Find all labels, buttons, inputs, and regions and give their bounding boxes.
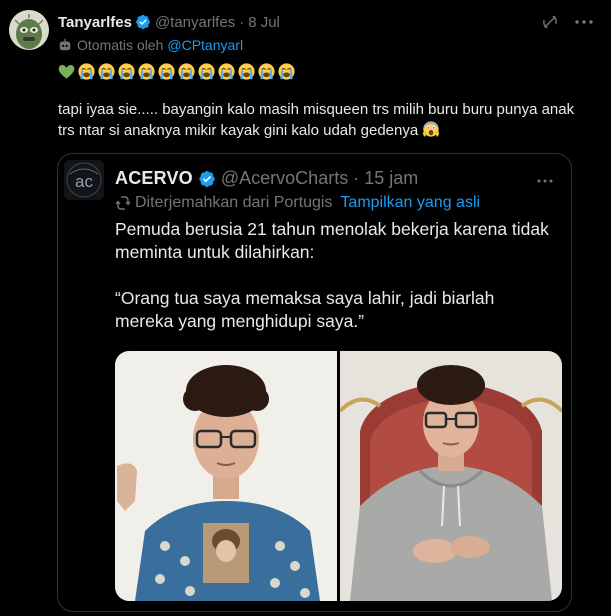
verified-badge-icon [199, 170, 215, 187]
grok-icon[interactable] [541, 13, 559, 31]
loudly-crying-emoji-icon [138, 63, 155, 80]
automated-label: Otomatis oleh @CPtanyarl [58, 37, 243, 53]
photo-left[interactable] [115, 351, 337, 601]
quoted-tweet[interactable]: ac ACERVO @AcervoCharts · 15 jam Diterje… [57, 153, 572, 612]
separator-dot: · [239, 13, 245, 31]
tweet-text: tapi iyaa sie..... bayangin kalo masih m… [58, 100, 588, 141]
loudly-crying-emoji-icon [218, 63, 235, 80]
automated-prefix: Otomatis oleh [77, 37, 164, 53]
translate-icon [115, 196, 131, 210]
loudly-crying-emoji-icon [98, 63, 115, 80]
loudly-crying-emoji-icon [198, 63, 215, 80]
loudly-crying-emoji-icon [78, 63, 95, 80]
more-horizontal-icon[interactable] [575, 20, 593, 24]
quoted-author-display-name[interactable]: ACERVO [115, 168, 193, 189]
quoted-author-handle[interactable]: @AcervoCharts [221, 168, 348, 189]
more-horizontal-icon[interactable] [537, 179, 553, 183]
green-heart-emoji-icon [58, 64, 75, 79]
loudly-crying-emoji-icon [118, 63, 135, 80]
tweet-date[interactable]: 8 Jul [248, 14, 280, 31]
show-original-link[interactable]: Tampilkan yang asli [340, 194, 480, 212]
loudly-crying-emoji-icon [258, 63, 275, 80]
separator-dot: · [353, 168, 360, 188]
translation-notice: Diterjemahkan dari Portugis Tampilkan ya… [115, 194, 480, 212]
quoted-paragraph-2: “Orang tua saya memaksa saya lahir, jadi… [115, 288, 495, 331]
quoted-tweet-time[interactable]: 15 jam [364, 168, 418, 189]
loudly-crying-emoji-icon [278, 63, 295, 80]
media-grid [115, 351, 562, 601]
loudly-crying-emoji-icon [238, 63, 255, 80]
tweet-header: Tanyarlfes @tanyarlfes · 8 Jul [58, 12, 611, 32]
loudly-crying-emoji-icon [178, 63, 195, 80]
author-display-name[interactable]: Tanyarlfes [58, 14, 132, 31]
automated-account-link[interactable]: @CPtanyarl [167, 37, 243, 53]
tweet[interactable]: Tanyarlfes @tanyarlfes · 8 Jul Otomatis … [0, 0, 611, 616]
tweet-body: tapi iyaa sie..... bayangin kalo masih m… [58, 101, 575, 139]
quoted-paragraph-1: Pemuda berusia 21 tahun menolak bekerja … [115, 219, 549, 262]
loudly-crying-emoji-icon [158, 63, 175, 80]
quoted-tweet-text: Pemuda berusia 21 tahun menolak bekerja … [115, 218, 555, 333]
quoted-author-avatar[interactable]: ac [64, 160, 104, 200]
emoji-row [57, 62, 296, 81]
verified-badge-icon [136, 14, 150, 30]
author-handle[interactable]: @tanyarlfes [155, 14, 235, 31]
automated-account-icon [59, 38, 71, 51]
quoted-tweet-header: ACERVO @AcervoCharts · 15 jam [115, 168, 418, 189]
screaming-face-emoji-icon [423, 121, 440, 137]
photo-right[interactable] [340, 351, 562, 601]
quoted-avatar-logo-text: ac [75, 172, 93, 191]
author-avatar[interactable] [9, 10, 49, 50]
translated-from-label: Diterjemahkan dari Portugis [135, 194, 333, 211]
